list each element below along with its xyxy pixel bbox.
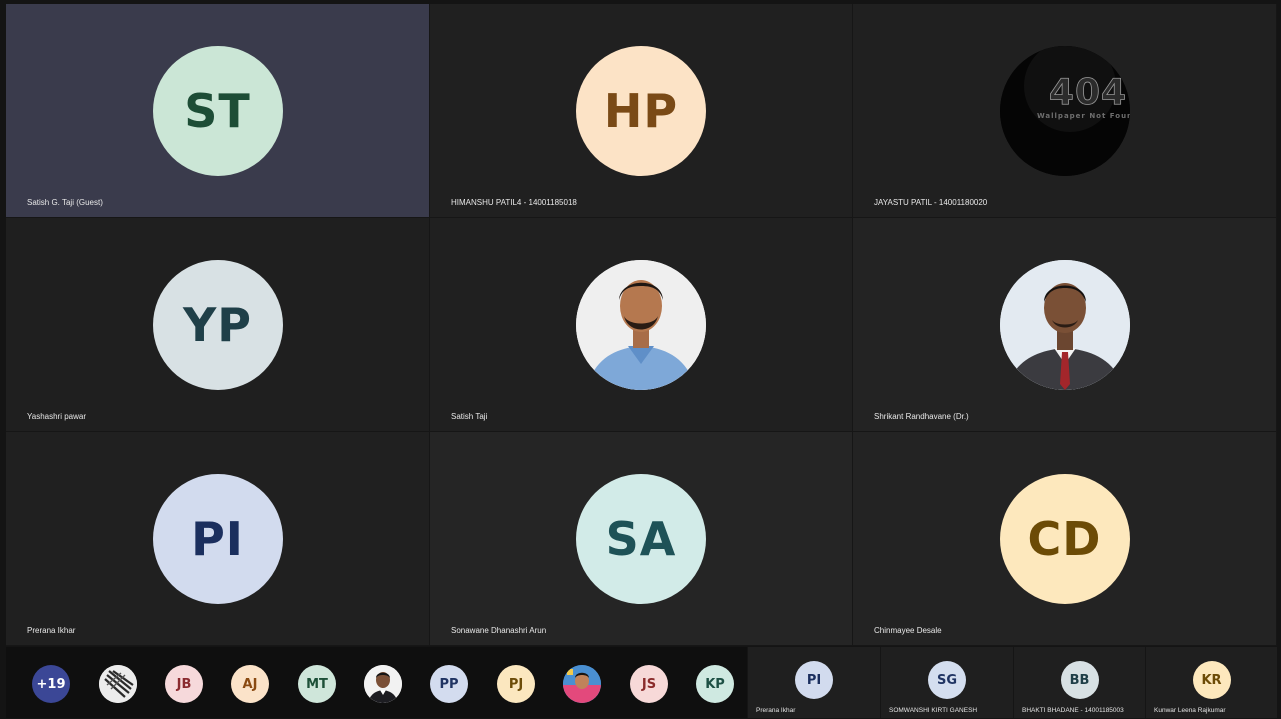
profile-photo-colorful-mini [563,665,601,703]
avatar-initials: SG [928,661,966,699]
participant-name: Satish Taji [451,412,488,421]
participant-tile-satish-g-taji[interactable]: ST Satish G. Taji (Guest) [6,4,430,218]
image-404-subtext: Wallpaper Not Found [1036,112,1129,120]
participant-name: Sonawane Dhanashri Arun [451,626,547,635]
strip-tile-kunwar-leena[interactable]: KR Kunwar Leena Rajkumar [1145,647,1277,718]
participant-name: Chinmayee Desale [874,626,942,635]
strip-tile-bhakti-bhadane[interactable]: BB BHAKTI BHADANE - 14001185003 [1013,647,1145,718]
strip-tile-prerana-ikhar[interactable]: PI Prerana Ikhar [747,647,880,718]
avatar-initials: BB [1060,661,1099,699]
participant-avatar-js[interactable]: JS [630,665,668,703]
avatar-initials: YP [152,260,283,390]
avatar-pattern-image[interactable] [99,665,137,703]
participant-tile-satish-taji[interactable]: Satish Taji [430,218,853,432]
participant-grid: ST Satish G. Taji (Guest) HP HIMANSHU PA… [6,4,1277,646]
overflow-participant-row: +19 JB AJ MT PP PJ JS KP [6,647,747,718]
participant-avatar-pp[interactable]: PP [430,665,468,703]
participant-strip: +19 JB AJ MT PP PJ JS KP PI Prerana Ikha… [6,647,1277,718]
avatar-photo [999,260,1130,390]
participant-avatar-jb[interactable]: JB [165,665,203,703]
participant-avatar-kp[interactable]: KP [696,665,734,703]
avatar-initials: ST [152,46,283,176]
participant-name: Prerana Ikhar [27,626,76,635]
participant-avatar-pj[interactable]: PJ [497,665,535,703]
participant-tile-shrikant-randhavane[interactable]: Shrikant Randhavane (Dr.) [853,218,1277,432]
avatar-photo [576,260,706,390]
participant-tile-prerana-ikhar[interactable]: PI Prerana Ikhar [6,432,430,646]
participant-name: SOMWANSHI KIRTI GANESH [889,707,978,714]
wallpaper-404-image: 404 Wallpaper Not Found [999,46,1130,176]
avatar-initials: HP [576,46,706,176]
avatar-initials: SA [576,474,706,604]
participant-avatar-photo-colorful[interactable] [563,665,601,703]
avatar-image: 404 Wallpaper Not Found [999,46,1130,176]
strip-tile-somwanshi-kirti[interactable]: SG SOMWANSHI KIRTI GANESH [880,647,1013,718]
more-participants-button[interactable]: +19 [32,665,70,703]
participant-name: Yashashri pawar [27,412,86,421]
participant-name: Prerana Ikhar [756,707,796,714]
participant-name: JAYASTU PATIL - 14001180020 [874,198,988,207]
participant-tile-himanshu-patil[interactable]: HP HIMANSHU PATIL4 - 14001185018 [430,4,853,218]
avatar-initials: PI [152,474,283,604]
participant-avatar-photo-suit[interactable] [364,665,402,703]
image-404-text: 404 [1048,72,1126,113]
participant-avatar-aj[interactable]: AJ [231,665,269,703]
participant-name: BHAKTI BHADANE - 14001185003 [1022,707,1124,714]
pattern-avatar-image [99,665,137,703]
participant-tile-chinmayee-desale[interactable]: CD Chinmayee Desale [853,432,1277,646]
participant-tile-yashashri-pawar[interactable]: YP Yashashri pawar [6,218,430,432]
profile-photo-man-suit [999,260,1130,390]
participant-name: HIMANSHU PATIL4 - 14001185018 [451,198,577,207]
avatar-initials: KR [1192,661,1231,699]
participant-avatar-mt[interactable]: MT [298,665,336,703]
profile-photo-suit-mini [364,665,402,703]
avatar-initials: CD [999,474,1130,604]
profile-photo-man-blue-shirt [576,260,706,390]
participant-tile-sonawane-dhanashri[interactable]: SA Sonawane Dhanashri Arun [430,432,853,646]
participant-name: Shrikant Randhavane (Dr.) [874,412,969,421]
participant-tile-jayastu-patil[interactable]: 404 Wallpaper Not Found JAYASTU PATIL - … [853,4,1277,218]
participant-name: Satish G. Taji (Guest) [27,198,103,207]
avatar-initials: PI [795,661,833,699]
participant-name: Kunwar Leena Rajkumar [1154,707,1226,714]
